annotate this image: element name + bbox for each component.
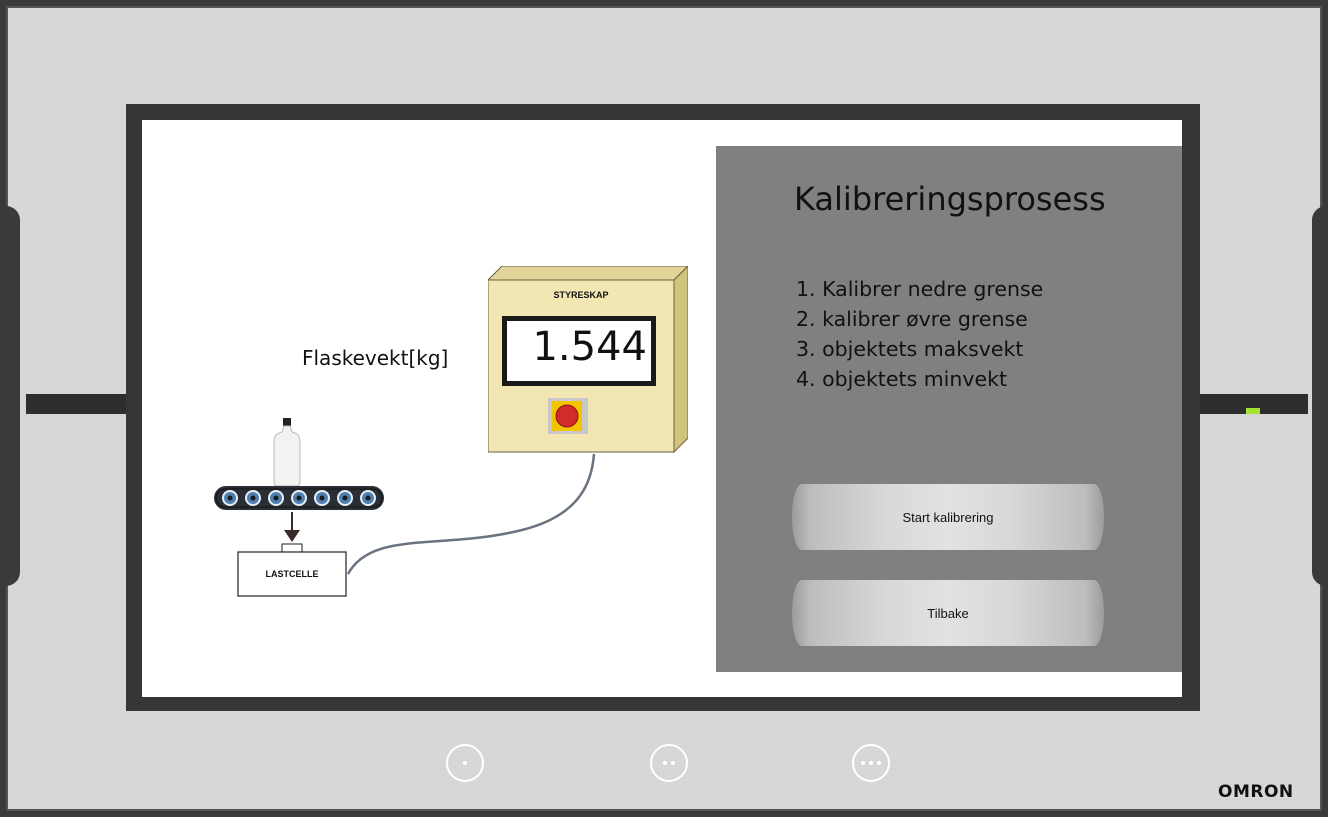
calibration-steps: 1. Kalibrer nedre grense 2. kalibrer øvr… bbox=[796, 274, 1043, 394]
status-led bbox=[1246, 408, 1260, 414]
step-item: 2. kalibrer øvre grense bbox=[796, 307, 1028, 331]
bottle-icon bbox=[273, 418, 301, 487]
bezel-notch-left-top bbox=[6, 206, 20, 586]
weight-label: Flaskevekt[kg] bbox=[302, 346, 449, 370]
dot-icon bbox=[671, 761, 675, 765]
weight-readout: 1.544 bbox=[532, 324, 647, 370]
step-item: 4. objektets minvekt bbox=[796, 367, 1008, 391]
screen-bezel: LASTCELLE Flaskevekt[kg] STYRESKAP 1.544 bbox=[126, 104, 1200, 711]
conveyor-icon bbox=[214, 486, 384, 510]
start-calibration-button[interactable]: Start kalibrering bbox=[792, 484, 1104, 550]
brand-logo: OMRON bbox=[1218, 782, 1294, 802]
function-key-3[interactable] bbox=[852, 744, 890, 782]
control-cabinet: STYRESKAP 1.544 bbox=[486, 264, 690, 461]
hmi-screen: LASTCELLE Flaskevekt[kg] STYRESKAP 1.544 bbox=[142, 120, 1182, 697]
step-item: 1. Kalibrer nedre grense bbox=[796, 277, 1044, 301]
back-button[interactable]: Tilbake bbox=[792, 580, 1104, 646]
calibration-panel: Kalibreringsprosess 1. Kalibrer nedre gr… bbox=[716, 146, 1182, 672]
dot-icon bbox=[869, 761, 873, 765]
arrow-down-icon bbox=[284, 512, 300, 542]
function-key-1[interactable] bbox=[446, 744, 484, 782]
dot-icon bbox=[861, 761, 865, 765]
panel-title: Kalibreringsprosess bbox=[794, 180, 1106, 218]
signal-cable bbox=[346, 453, 596, 575]
bezel-notch-right-top bbox=[1312, 206, 1326, 586]
dot-icon bbox=[663, 761, 667, 765]
side-strip-left bbox=[26, 394, 130, 414]
function-key-2[interactable] bbox=[650, 744, 688, 782]
dot-icon bbox=[877, 761, 881, 765]
cabinet-label: STYRESKAP bbox=[553, 290, 609, 300]
emergency-stop-icon bbox=[548, 398, 588, 434]
step-item: 3. objektets maksvekt bbox=[796, 337, 1024, 361]
loadcell-label: LASTCELLE bbox=[266, 569, 319, 579]
dot-icon bbox=[463, 761, 467, 765]
